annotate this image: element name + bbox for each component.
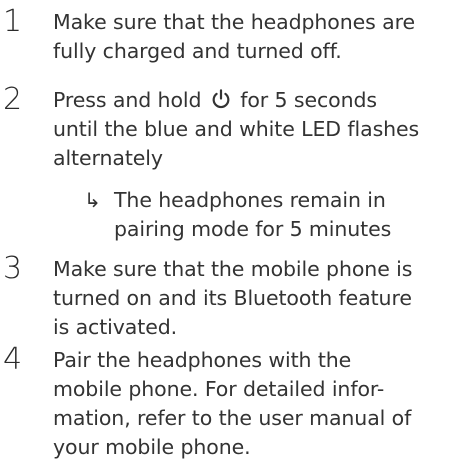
step-number: 2 [3, 82, 23, 117]
result-text-line: The headphones remain in [114, 188, 386, 212]
power-icon [212, 89, 230, 109]
step-text-line: fully charged and turned off. [53, 39, 342, 63]
instruction-page: 1 Make sure that the headphones are full… [0, 0, 463, 467]
step-text-line: until the blue and white LED flashes [53, 117, 420, 141]
result-text-line: pairing mode for 5 minutes [114, 217, 392, 241]
step-text: Press and hold for 5 seconds until the b… [53, 86, 463, 173]
step-text: Make sure that the headphones are fully … [53, 8, 463, 66]
step-text-line: Pair the headphones with the [53, 348, 352, 372]
result-arrow-icon: ↳ [84, 188, 101, 212]
step-number: 3 [3, 251, 23, 286]
step-text: Make sure that the mobile phone is turne… [53, 255, 463, 342]
step-text-line: mobile phone. For detailed infor- [53, 377, 385, 401]
step-number: 1 [3, 4, 23, 39]
step-text-line: Press and hold for 5 seconds [53, 86, 463, 115]
step-text-line: is activated. [53, 315, 178, 339]
step-text-line: Make sure that the mobile phone is [53, 257, 413, 281]
step-text-line: alternately [53, 146, 163, 170]
result-text: The headphones remain in pairing mode fo… [114, 186, 391, 244]
step-text-line: Make sure that the headphones are [53, 10, 415, 34]
step-text-fragment: Press and hold [53, 88, 202, 112]
step-text-line: mation, refer to the user manual of [53, 406, 412, 430]
step-text-line: turned on and its Bluetooth feature [53, 286, 412, 310]
step-text-fragment: for 5 seconds [240, 88, 378, 112]
step-text-line: your mobile phone. [53, 435, 251, 459]
step-text: Pair the headphones with the mobile phon… [53, 346, 463, 462]
step-number: 4 [3, 342, 23, 377]
